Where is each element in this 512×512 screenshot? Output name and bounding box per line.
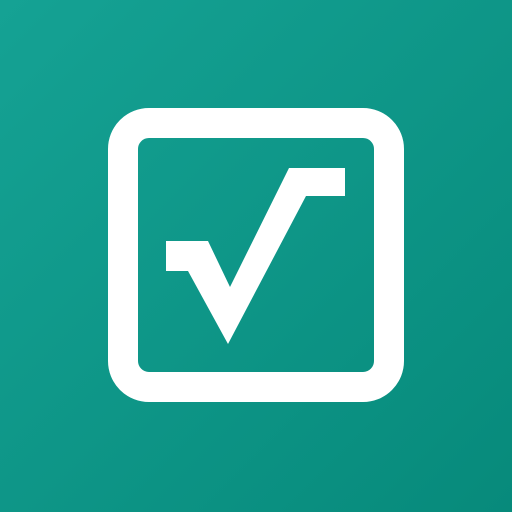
app-icon [0,0,512,512]
square-root-icon [108,108,404,402]
radical-sign [166,168,345,344]
